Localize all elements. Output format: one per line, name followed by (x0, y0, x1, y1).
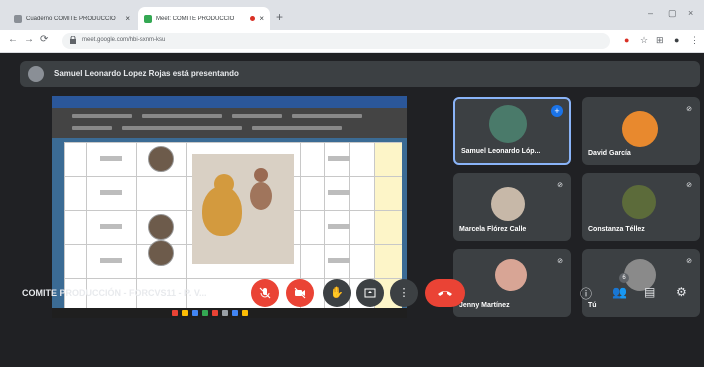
camera-in-use-icon[interactable]: ● (624, 35, 629, 45)
reload-button[interactable]: ⟳ (40, 34, 48, 45)
people-count-badge: 6 (619, 273, 629, 283)
participant-name: David García (588, 150, 631, 157)
presenting-banner: Samuel Leonardo Lopez Rojas está present… (20, 61, 700, 87)
participant-tile-constanza[interactable]: ⊘ Constanza Téllez (582, 173, 700, 241)
extensions-icon[interactable]: ⊞ (656, 35, 664, 46)
participant-tile-david[interactable]: ⊘ David García (582, 97, 700, 165)
sheet-thumbnail (148, 240, 174, 266)
present-icon (364, 288, 376, 298)
participant-tile-jenny[interactable]: ⊘ Jenny Martínez (453, 249, 571, 317)
new-tab-button[interactable]: + (276, 10, 283, 24)
hand-icon: ✋ (330, 287, 344, 299)
mic-off-icon (259, 287, 271, 299)
presenter-avatar (28, 66, 44, 82)
tab-cuaderno[interactable]: Cuaderno COMITE PRODUCCIO × (8, 7, 136, 30)
tab-meet[interactable]: Meet: COMITE PRODUCCIO × (138, 7, 270, 30)
maximize-button[interactable]: ▢ (668, 8, 677, 19)
raise-hand-button[interactable]: ✋ (323, 279, 351, 307)
sheet-thumbnail (148, 214, 174, 240)
participant-name: Tú (588, 302, 597, 309)
close-window-button[interactable]: × (688, 8, 693, 18)
participant-name: Jenny Martínez (459, 302, 510, 309)
pin-icon[interactable]: + (551, 105, 563, 117)
hangup-icon (438, 291, 452, 296)
shared-screen[interactable] (52, 96, 407, 318)
lock-icon (70, 36, 76, 44)
tab-close-icon[interactable]: × (259, 14, 264, 23)
meet-favicon-icon (144, 14, 152, 23)
participant-avatar (495, 259, 527, 291)
meeting-title: COMITE PRODUCCIÓN - FORCVS11 - P. V... (22, 288, 207, 298)
shared-titlebar (52, 96, 407, 108)
more-vert-icon: ⋮ (398, 287, 410, 299)
participant-avatar (622, 111, 658, 147)
participant-name: Constanza Téllez (588, 226, 645, 233)
tab-close-icon[interactable]: × (125, 14, 130, 23)
shared-taskbar (52, 308, 407, 318)
tab-label: Cuaderno COMITE PRODUCCIO (26, 15, 116, 22)
profile-avatar-icon[interactable]: ● (674, 35, 679, 45)
more-options-button[interactable]: ⋮ (390, 279, 418, 307)
mic-off-icon: ⊘ (557, 182, 563, 189)
shared-ribbon (52, 108, 407, 138)
participant-name: Samuel Leonardo Lóp... (461, 148, 541, 155)
tab-label: Meet: COMITE PRODUCCIO (156, 15, 235, 22)
meet-stage: Samuel Leonardo Lopez Rojas está present… (0, 53, 704, 367)
back-button[interactable]: ← (8, 34, 18, 45)
participant-tile-self[interactable]: ⊘ Tú (582, 249, 700, 317)
participant-tile-samuel[interactable]: + Samuel Leonardo Lóp... (453, 97, 571, 165)
participant-avatar (489, 105, 527, 143)
tab-strip: Cuaderno COMITE PRODUCCIO × Meet: COMITE… (0, 0, 704, 30)
mic-off-icon: ⊘ (686, 182, 692, 189)
product-photo (192, 154, 294, 264)
leave-call-button[interactable] (425, 279, 465, 307)
people-icon[interactable]: 👥 (612, 285, 627, 299)
camera-toggle-button[interactable] (286, 279, 314, 307)
browser-window: Cuaderno COMITE PRODUCCIO × Meet: COMITE… (0, 0, 704, 367)
address-bar[interactable]: meet.google.com/hbi-sxnm-ksu (62, 33, 610, 49)
browser-toolbar: ← → ⟳ meet.google.com/hbi-sxnm-ksu ● ☆ ⊞… (0, 30, 704, 53)
mic-off-icon: ⊘ (557, 258, 563, 265)
browser-menu-icon[interactable]: ⋮ (690, 35, 699, 46)
presenting-text: Samuel Leonardo Lopez Rojas está present… (54, 69, 239, 78)
camera-off-icon (294, 287, 306, 299)
sheet-thumbnail (148, 146, 174, 172)
meeting-info-icon[interactable]: ⓘ (580, 285, 592, 302)
participant-avatar (491, 187, 525, 221)
minimize-button[interactable]: – (648, 8, 653, 18)
present-screen-button[interactable] (356, 279, 384, 307)
mic-off-icon: ⊘ (686, 106, 692, 113)
mic-off-icon: ⊘ (686, 258, 692, 265)
url-text: meet.google.com/hbi-sxnm-ksu (82, 37, 166, 43)
bookmark-star-icon[interactable]: ☆ (640, 35, 648, 46)
participant-avatar (622, 185, 656, 219)
activities-icon[interactable]: ⚙ (676, 285, 687, 299)
chat-icon[interactable]: ▤ (644, 285, 655, 299)
mic-toggle-button[interactable] (251, 279, 279, 307)
participant-tile-marcela[interactable]: ⊘ Marcela Flórez Calle (453, 173, 571, 241)
forward-button[interactable]: → (24, 34, 34, 45)
participant-name: Marcela Flórez Calle (459, 226, 527, 233)
tab-favicon-icon (14, 14, 22, 23)
recording-dot-icon (250, 16, 256, 21)
